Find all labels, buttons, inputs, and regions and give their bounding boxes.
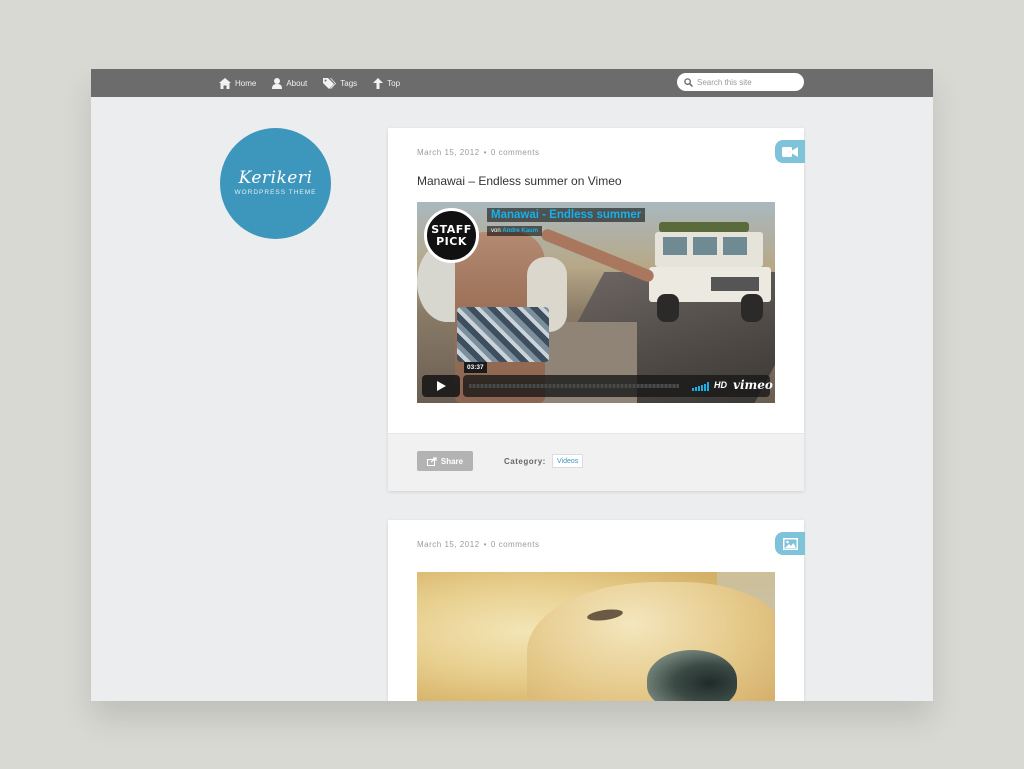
post-meta: March 15, 2012 • 0 comments xyxy=(417,540,539,549)
volume-icon[interactable] xyxy=(692,382,709,391)
share-icon xyxy=(426,456,437,466)
video-title[interactable]: Manawai - Endless summer xyxy=(487,208,646,222)
site-logo[interactable]: Kerikeri WORDPRESS THEME xyxy=(220,128,331,239)
logo-title: Kerikeri xyxy=(238,168,313,188)
post-date[interactable]: March 15, 2012 xyxy=(417,540,480,549)
post-footer: Share Category: Videos xyxy=(388,433,804,491)
play-button[interactable] xyxy=(422,375,460,397)
tags-icon xyxy=(323,77,337,89)
arrow-up-icon xyxy=(373,77,384,89)
video-byline: von Andre Kaum xyxy=(487,226,543,236)
meta-separator: • xyxy=(483,148,487,157)
category-label: Category: xyxy=(504,457,546,466)
post-date[interactable]: March 15, 2012 xyxy=(417,148,480,157)
byline-prefix: von xyxy=(491,228,501,234)
category-tag-videos[interactable]: Videos xyxy=(552,454,584,468)
browser-frame: Home About Tags Top Search this site Ker… xyxy=(91,69,933,701)
share-button[interactable]: Share xyxy=(417,451,473,471)
staff-pick-line2: PICK xyxy=(436,235,467,248)
nav-item-label: Tags xyxy=(340,78,358,88)
meta-separator: • xyxy=(483,540,487,549)
nav-item-label: Home xyxy=(235,78,257,88)
image-icon xyxy=(782,537,798,550)
nav-item-tags[interactable]: Tags xyxy=(323,77,358,89)
video-thumbnail-car xyxy=(649,222,771,322)
search-input[interactable] xyxy=(697,77,797,87)
home-icon xyxy=(219,77,231,89)
nav-item-home[interactable]: Home xyxy=(219,77,257,89)
video-progress-track[interactable]: 03:37 HD vimeo xyxy=(463,362,773,397)
user-icon xyxy=(272,77,283,89)
post-featured-image[interactable] xyxy=(417,572,775,701)
video-camera-icon xyxy=(782,146,798,157)
nav-item-label: About xyxy=(286,78,308,88)
logo-subtitle: WORDPRESS THEME xyxy=(234,189,317,196)
search-box[interactable] xyxy=(677,73,804,91)
main-nav: Home About Tags Top xyxy=(219,69,400,97)
play-icon xyxy=(436,381,446,391)
video-author[interactable]: Andre Kaum xyxy=(502,228,538,234)
video-time: 03:37 xyxy=(464,362,487,373)
hd-toggle[interactable]: HD xyxy=(714,380,727,390)
post-meta: March 15, 2012 • 0 comments xyxy=(417,148,539,157)
video-embed[interactable]: STAFF PICK Manawai - Endless summer von … xyxy=(417,202,775,403)
post-format-badge xyxy=(775,532,805,555)
vimeo-logo[interactable]: vimeo xyxy=(733,378,773,392)
post-card: March 15, 2012 • 0 comments Manawai – Endl… xyxy=(388,128,805,491)
search-icon xyxy=(684,77,693,87)
staff-pick-badge: STAFF PICK xyxy=(424,208,479,263)
image-dog-nose xyxy=(647,650,737,701)
post-card: March 15, 2012 • 0 comments xyxy=(388,520,805,701)
nav-item-top[interactable]: Top xyxy=(373,77,401,89)
post-comments-link[interactable]: 0 comments xyxy=(491,540,540,549)
post-format-badge xyxy=(775,140,805,163)
nav-item-label: Top xyxy=(387,78,401,88)
nav-item-about[interactable]: About xyxy=(272,77,308,89)
post-title[interactable]: Manawai – Endless summer on Vimeo xyxy=(417,174,622,188)
top-navigation-bar: Home About Tags Top Search this site xyxy=(91,69,933,97)
share-label: Share xyxy=(440,456,464,466)
video-progress-bar[interactable] xyxy=(469,384,679,388)
video-controls: 03:37 HD vimeo xyxy=(422,362,773,397)
post-comments-link[interactable]: 0 comments xyxy=(491,148,540,157)
video-thumbnail-shorts xyxy=(457,307,549,362)
